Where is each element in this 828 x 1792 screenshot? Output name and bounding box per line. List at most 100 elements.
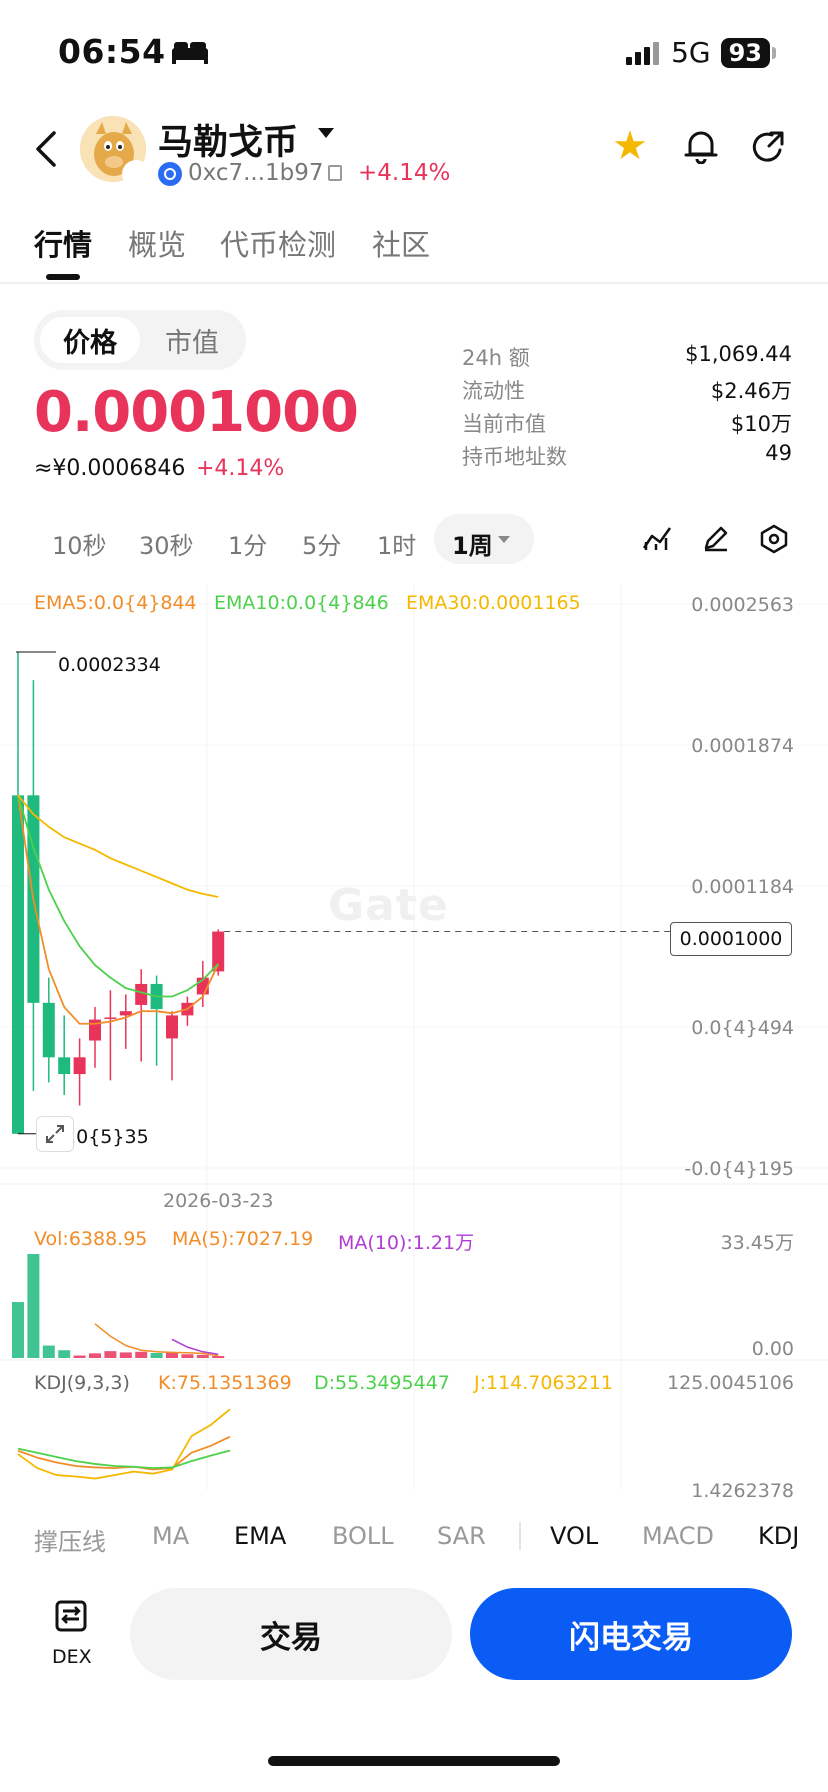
indicator-kdj[interactable]: KDJ <box>758 1522 799 1550</box>
chain-badge-icon <box>122 160 150 188</box>
indicator-ema[interactable]: EMA <box>234 1522 286 1550</box>
coin-dropdown-icon[interactable] <box>318 128 334 138</box>
battery-icon <box>772 46 776 59</box>
indicator-boll[interactable]: BOLL <box>332 1522 394 1550</box>
indicator-ma[interactable]: MA <box>152 1522 189 1550</box>
timeframe-5m[interactable]: 5分 <box>302 526 341 561</box>
favorite-star-icon[interactable]: ★ <box>612 126 648 166</box>
tab-divider <box>0 282 828 284</box>
copy-icon[interactable] <box>328 165 342 181</box>
flash-trade-button[interactable]: 闪电交易 <box>470 1588 792 1680</box>
volume-bar-12 <box>196 1354 209 1358</box>
price-toggle: 价格 市值 <box>34 310 246 370</box>
volume-bar-9 <box>150 1353 163 1358</box>
tab-token-check[interactable]: 代币检测 <box>220 222 336 264</box>
tab-community[interactable]: 社区 <box>372 222 430 264</box>
volume-bar-1 <box>27 1254 40 1358</box>
stat-value-liquidity: $2.46万 <box>710 379 792 403</box>
kdj-d-line <box>17 1447 231 1470</box>
candle-body-2 <box>42 1002 55 1058</box>
indicator-support-resistance[interactable]: 撑压线 <box>34 1522 106 1557</box>
share-icon[interactable] <box>752 130 786 168</box>
candle-body-3 <box>58 1057 71 1075</box>
volume-bar-8 <box>135 1351 148 1358</box>
kdj-k-legend: K:75.1351369 <box>158 1372 292 1394</box>
dex-icon <box>55 1600 87 1632</box>
vol-axis-bottom: 0.00 <box>751 1338 794 1360</box>
tab-overview[interactable]: 概览 <box>128 222 186 264</box>
status-time: 06:54 <box>58 32 166 71</box>
vol-legend: Vol:6388.95 <box>34 1228 148 1250</box>
dex-button[interactable]: DEX <box>40 1590 108 1674</box>
kdj-title: KDJ(9,3,3) <box>34 1372 130 1394</box>
candle-body-8 <box>135 983 148 1005</box>
candle-body-10 <box>166 1015 178 1039</box>
timeframe-1w[interactable]: 1周 <box>452 526 493 561</box>
sleep-mode-icon <box>170 40 210 70</box>
vol-axis-top: 33.45万 <box>720 1232 794 1254</box>
network-type: 5G <box>671 36 711 69</box>
indicator-macd[interactable]: MACD <box>642 1522 714 1550</box>
stat-label-liquidity: 流动性 <box>462 379 525 403</box>
volume-bar-4 <box>73 1355 86 1358</box>
volume-bar-5 <box>89 1353 101 1358</box>
kdj-d-legend: D:55.3495447 <box>314 1372 450 1394</box>
timeframe-10s[interactable]: 10秒 <box>52 526 107 561</box>
indicator-sar[interactable]: SAR <box>437 1522 486 1550</box>
y-axis-label-1: 0.0002563 <box>691 594 794 616</box>
indicator-divider <box>519 1522 521 1550</box>
vol-ma5-legend: MA(5):7027.19 <box>172 1228 314 1250</box>
trade-button[interactable]: 交易 <box>130 1588 452 1680</box>
ema30-legend: EMA30:0.0001165 <box>406 592 581 614</box>
candle-body-7 <box>119 1011 132 1016</box>
volume-bar-2 <box>42 1345 55 1358</box>
timeframe-1h[interactable]: 1时 <box>377 526 416 561</box>
ema-line-ema30 <box>17 794 219 898</box>
contract-address: 0xc7...1b97 <box>188 160 324 186</box>
indicator-vol[interactable]: VOL <box>550 1522 598 1550</box>
ema5-legend: EMA5:0.0{4}844 <box>34 592 197 614</box>
y-axis-label-5: -0.0{4}195 <box>684 1158 794 1180</box>
stat-value-holders: 49 <box>765 441 792 465</box>
stat-label-market-cap: 当前市值 <box>462 412 546 436</box>
dex-label: DEX <box>52 1646 92 1668</box>
volume-bar-3 <box>58 1350 71 1358</box>
vol-ma10-legend: MA(10):1.21万 <box>338 1232 475 1254</box>
draw-pen-icon[interactable] <box>702 524 730 556</box>
price-change: +4.14% <box>196 456 285 481</box>
ema10-legend: EMA10:0.0{4}846 <box>214 592 389 614</box>
candle-body-0 <box>12 795 24 1134</box>
header-price-change: +4.14% <box>358 160 451 186</box>
expand-chart-icon[interactable] <box>36 1116 74 1152</box>
toggle-market-cap[interactable]: 市值 <box>142 317 242 363</box>
current-price-tag: 0.0001000 <box>670 922 792 956</box>
battery-level: 93 <box>720 37 770 68</box>
tab-market[interactable]: 行情 <box>34 222 92 264</box>
volume-bar-6 <box>104 1351 117 1358</box>
volume-bar-0 <box>12 1302 24 1358</box>
kdj-axis-top: 125.0045106 <box>667 1372 794 1394</box>
high-price-label: 0.0002334 <box>58 654 161 676</box>
volume-bar-7 <box>119 1352 132 1358</box>
y-axis-label-4: 0.0{4}494 <box>691 1017 794 1039</box>
stat-label-volume: 24h 额 <box>462 346 530 370</box>
chart-settings-icon[interactable] <box>760 524 788 558</box>
tab-active-indicator <box>46 274 80 280</box>
chart-type-icon[interactable] <box>642 524 672 556</box>
timeframe-dropdown-icon[interactable] <box>498 536 510 543</box>
current-price: 0.0001000 <box>34 380 359 445</box>
home-indicator <box>268 1756 560 1766</box>
bell-icon[interactable] <box>684 128 718 168</box>
volume-bar-13 <box>212 1356 225 1359</box>
status-right: 5G 93 <box>625 36 776 69</box>
coin-name[interactable]: 马勒戈币 <box>158 114 298 165</box>
timeframe-30s[interactable]: 30秒 <box>139 526 194 561</box>
toggle-price[interactable]: 价格 <box>40 317 140 363</box>
back-button[interactable] <box>34 130 58 172</box>
y-axis-label-3: 0.0001184 <box>691 876 794 898</box>
volume-bar-11 <box>181 1354 194 1358</box>
candle-body-6 <box>104 1017 117 1019</box>
x-axis-date-label: 2026-03-23 <box>163 1190 274 1212</box>
stat-value-market-cap: $10万 <box>730 412 792 436</box>
timeframe-1m[interactable]: 1分 <box>228 526 267 561</box>
